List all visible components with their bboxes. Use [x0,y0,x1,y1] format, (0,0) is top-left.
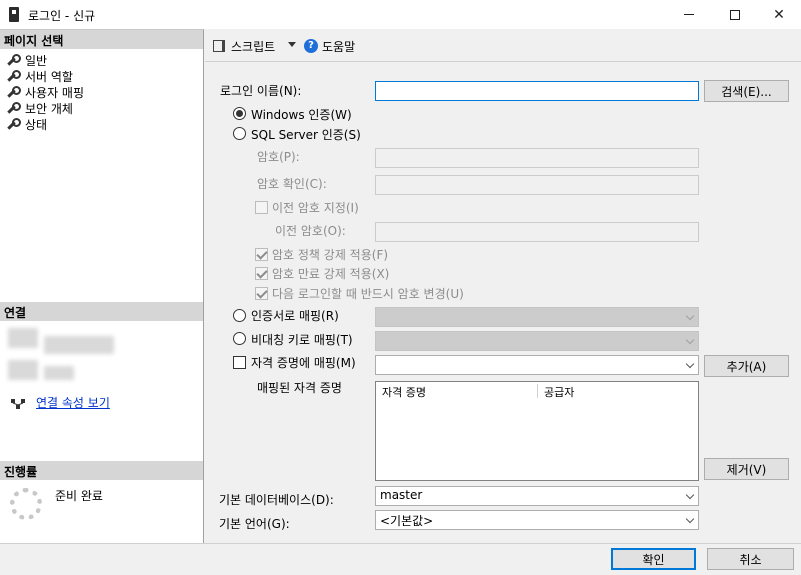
redacted-server-icon [8,328,38,348]
default-lang-label: 기본 언어(G): [219,517,290,531]
chevron-down-icon [685,335,695,345]
nav-item-general[interactable]: 일반 [6,52,47,68]
script-button[interactable]: 스크립트 [231,38,275,55]
progress-status: 준비 완료 [55,489,103,503]
progress-header: 진행률 [0,461,203,480]
mapped-credentials-label: 매핑된 자격 증명 [257,381,342,395]
default-lang-select[interactable]: <기본값> [375,510,699,530]
asym-key-map-label: 비대칭 키로 매핑(T) [251,333,353,347]
cert-map-radio[interactable] [233,309,246,322]
wrench-icon [6,54,21,66]
confirm-password-label: 암호 확인(C): [257,177,327,191]
connection-properties-icon [10,398,26,410]
redacted-server-name [44,336,114,354]
credential-map-label: 자격 증명에 매핑(M) [251,356,356,370]
default-lang-value: <기본값> [380,514,434,528]
redacted-user-name [44,366,74,380]
nav-item-label: 보안 개체 [25,101,73,116]
default-db-select[interactable]: master [375,486,699,506]
windows-auth-radio[interactable] [233,107,246,120]
search-button[interactable]: 검색(E)... [704,80,789,102]
login-name-input[interactable] [375,81,699,101]
cert-map-label: 인증서로 매핑(R) [251,309,339,323]
old-password-input[interactable] [375,222,699,242]
help-button[interactable]: 도움말 [322,38,355,55]
connection-header: 연결 [0,302,203,321]
credential-map-select[interactable] [375,355,699,375]
app-icon [9,7,19,22]
nav-item-user-mapping[interactable]: 사용자 매핑 [6,84,84,100]
must-change-label: 다음 로그인할 때 반드시 암호 변경(U) [272,287,464,301]
enforce-expiration-checkbox[interactable] [255,267,268,280]
chevron-down-icon [685,359,695,369]
sql-auth-label: SQL Server 인증(S) [251,128,361,142]
login-name-label: 로그인 이름(N): [220,84,302,98]
wrench-icon [6,102,21,114]
grid-column-credential[interactable]: 자격 증명 [376,382,426,400]
grid-column-provider[interactable]: 공급자 [538,382,574,400]
left-pane: 페이지 선택 일반 서버 역할 사용자 매핑 보안 개체 상태 연결 진행률 [0,29,204,543]
minimize-icon [684,14,694,15]
sql-auth-radio[interactable] [233,127,246,140]
chevron-down-icon [685,490,695,500]
page-select-header: 페이지 선택 [0,30,203,49]
ok-button[interactable]: 확인 [611,548,696,570]
close-icon: ✕ [773,6,785,23]
script-icon [213,40,225,52]
help-icon[interactable]: ? [304,39,318,53]
maximize-icon [730,9,740,20]
must-change-checkbox[interactable] [255,287,268,300]
add-credential-button[interactable]: 추가(A) [704,355,789,377]
script-dropdown-icon[interactable] [288,42,296,47]
close-button[interactable]: ✕ [756,0,801,29]
enforce-policy-checkbox[interactable] [255,248,268,261]
wrench-icon [6,70,21,82]
nav-item-label: 사용자 매핑 [25,85,85,100]
password-label: 암호(P): [257,150,300,164]
cancel-button[interactable]: 취소 [707,548,794,570]
enforce-expiration-label: 암호 만료 강제 적용(X) [272,267,390,281]
password-input[interactable] [375,148,699,168]
redacted-user-icon [8,360,38,380]
default-db-value: master [380,488,423,502]
windows-auth-label: Windows 인증(W) [251,108,352,122]
progress-spinner-icon [10,488,42,520]
old-password-checkbox[interactable] [255,201,268,214]
mapped-credentials-grid[interactable]: 자격 증명 공급자 [375,381,699,481]
nav-item-server-roles[interactable]: 서버 역할 [6,68,73,84]
credential-map-checkbox[interactable] [233,356,246,369]
wrench-icon [6,86,21,98]
default-db-label: 기본 데이터베이스(D): [219,493,334,507]
cert-map-select[interactable] [375,307,699,327]
view-connection-properties-link[interactable]: 연결 속성 보기 [36,394,110,411]
enforce-policy-label: 암호 정책 강제 적용(F) [272,248,389,262]
asym-key-map-select[interactable] [375,331,699,351]
chevron-down-icon [685,311,695,321]
asym-key-map-radio[interactable] [233,332,246,345]
maximize-button[interactable] [712,0,758,29]
nav-item-status[interactable]: 상태 [6,116,47,132]
nav-item-label: 서버 역할 [25,69,73,84]
wrench-icon [6,118,21,130]
nav-item-label: 일반 [25,53,48,68]
remove-credential-button[interactable]: 제거(V) [704,458,789,480]
window-title: 로그인 - 신규 [28,9,96,23]
confirm-password-input[interactable] [375,175,699,195]
minimize-button[interactable] [666,0,712,29]
nav-item-label: 상태 [25,117,48,132]
old-password-label: 이전 암호(O): [275,224,346,238]
nav-item-securables[interactable]: 보안 개체 [6,100,73,116]
old-password-check-label: 이전 암호 지정(I) [272,201,359,215]
chevron-down-icon [685,514,695,524]
